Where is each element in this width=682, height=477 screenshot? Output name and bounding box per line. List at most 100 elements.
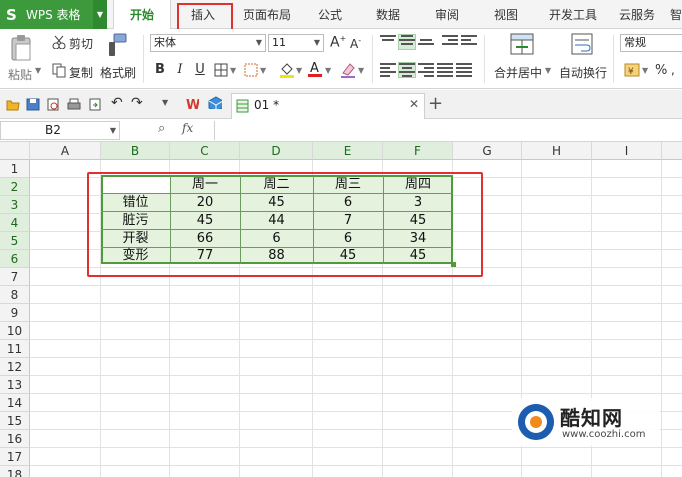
- redo-icon[interactable]: ↷: [131, 95, 143, 111]
- comma-style-icon[interactable]: ,: [671, 63, 675, 77]
- chevron-down-icon[interactable]: ▼: [325, 66, 331, 75]
- row-header[interactable]: 15: [0, 412, 30, 430]
- paste-label[interactable]: 粘贴: [8, 66, 32, 83]
- align-middle-icon[interactable]: [398, 34, 416, 50]
- fill-color-icon[interactable]: [279, 61, 295, 79]
- column-header-j[interactable]: [662, 142, 682, 160]
- app-menu-button[interactable]: S WPS 表格 ▼: [0, 0, 107, 29]
- decrease-indent-icon[interactable]: [442, 35, 458, 49]
- cloud-cube-icon[interactable]: [208, 96, 222, 109]
- open-folder-icon[interactable]: [6, 98, 20, 111]
- percent-button[interactable]: %: [655, 63, 667, 78]
- copy-button[interactable]: 复制: [69, 64, 93, 81]
- clear-format-icon[interactable]: [340, 61, 356, 79]
- row-header[interactable]: 14: [0, 394, 30, 412]
- formula-input[interactable]: [214, 121, 682, 140]
- name-box[interactable]: B2 ▼: [0, 121, 120, 140]
- row-header[interactable]: 16: [0, 430, 30, 448]
- select-all-corner[interactable]: [0, 142, 30, 160]
- column-header-i[interactable]: I: [592, 142, 662, 160]
- wrap-text-icon[interactable]: [571, 33, 593, 55]
- chevron-down-icon[interactable]: ▼: [35, 66, 41, 75]
- align-center-icon[interactable]: [398, 62, 416, 78]
- chevron-down-icon[interactable]: ▼: [545, 66, 551, 75]
- wrap-text-button[interactable]: 自动换行: [559, 64, 607, 81]
- column-header-f[interactable]: F: [383, 142, 453, 160]
- column-header-e[interactable]: E: [313, 142, 383, 160]
- chevron-down-icon[interactable]: ▼: [230, 66, 236, 75]
- document-tab[interactable]: 01 * ✕: [231, 93, 425, 119]
- align-bottom-icon[interactable]: [418, 35, 434, 49]
- row-header[interactable]: 13: [0, 376, 30, 394]
- row-header[interactable]: 6: [0, 250, 30, 268]
- italic-button[interactable]: I: [172, 61, 188, 79]
- row-header[interactable]: 4: [0, 214, 30, 232]
- align-left-icon[interactable]: [380, 63, 396, 77]
- tab-cloud-service[interactable]: 云服务: [612, 0, 662, 29]
- column-header-g[interactable]: G: [453, 142, 522, 160]
- chevron-down-icon[interactable]: ▼: [358, 66, 364, 75]
- undo-icon[interactable]: ↶: [111, 95, 123, 111]
- bold-button[interactable]: B: [152, 61, 168, 79]
- align-top-icon[interactable]: [380, 35, 396, 49]
- close-icon[interactable]: ✕: [409, 97, 419, 111]
- row-header[interactable]: 5: [0, 232, 30, 250]
- column-header-d[interactable]: D: [240, 142, 313, 160]
- chevron-down-icon[interactable]: ▼: [260, 66, 266, 75]
- chevron-down-icon[interactable]: ▼: [296, 66, 302, 75]
- wps-writer-icon[interactable]: W: [185, 97, 199, 110]
- font-color-icon[interactable]: A: [307, 60, 323, 79]
- borders-icon[interactable]: [214, 63, 228, 77]
- row-header[interactable]: 17: [0, 448, 30, 466]
- zoom-search-icon[interactable]: ⌕: [158, 121, 165, 136]
- column-header-h[interactable]: H: [522, 142, 592, 160]
- paste-icon[interactable]: [10, 34, 34, 62]
- print-icon[interactable]: [67, 98, 81, 111]
- row-header[interactable]: 18: [0, 466, 30, 477]
- tab-home[interactable]: 开始: [113, 0, 171, 30]
- tab-page-layout[interactable]: 页面布局: [236, 0, 298, 29]
- increase-font-icon[interactable]: A+: [330, 34, 346, 51]
- row-header[interactable]: 2: [0, 178, 30, 196]
- export-icon[interactable]: [88, 98, 102, 111]
- row-header[interactable]: 9: [0, 304, 30, 322]
- row-header[interactable]: 3: [0, 196, 30, 214]
- tab-developer[interactable]: 开发工具: [543, 0, 603, 29]
- row-header[interactable]: 12: [0, 358, 30, 376]
- tab-overflow[interactable]: 智: [670, 0, 682, 29]
- format-painter-icon[interactable]: [106, 33, 128, 57]
- increase-indent-icon[interactable]: [461, 35, 477, 49]
- merge-center-icon[interactable]: [510, 33, 534, 55]
- format-painter-button[interactable]: 格式刷: [100, 64, 136, 81]
- tab-view[interactable]: 视图: [486, 0, 526, 29]
- row-header[interactable]: 7: [0, 268, 30, 286]
- fx-icon[interactable]: fx: [182, 121, 193, 135]
- tab-formulas[interactable]: 公式: [310, 0, 350, 29]
- row-header[interactable]: 11: [0, 340, 30, 358]
- row-header[interactable]: 1: [0, 160, 30, 178]
- tab-review[interactable]: 审阅: [427, 0, 467, 29]
- tab-data[interactable]: 数据: [368, 0, 408, 29]
- distributed-align-icon[interactable]: [456, 63, 472, 77]
- save-icon[interactable]: [26, 98, 40, 111]
- row-header[interactable]: 10: [0, 322, 30, 340]
- customize-toolbar-icon[interactable]: ▼: [162, 98, 168, 107]
- print-preview-icon[interactable]: [46, 98, 60, 111]
- font-name-select[interactable]: 宋体 ▼: [150, 34, 266, 52]
- column-header-b[interactable]: B: [101, 142, 170, 160]
- align-right-icon[interactable]: [418, 63, 434, 77]
- column-header-c[interactable]: C: [170, 142, 240, 160]
- row-header[interactable]: 8: [0, 286, 30, 304]
- decrease-font-icon[interactable]: A-: [350, 36, 361, 51]
- cell-style-icon[interactable]: [244, 63, 258, 77]
- cut-button[interactable]: 剪切: [69, 35, 93, 52]
- underline-button[interactable]: U: [192, 61, 208, 79]
- column-header-a[interactable]: A: [30, 142, 101, 160]
- chevron-down-icon[interactable]: ▼: [642, 66, 648, 75]
- font-size-select[interactable]: 11 ▼: [268, 34, 324, 52]
- justify-icon[interactable]: [437, 63, 453, 77]
- new-tab-icon[interactable]: +: [428, 93, 443, 114]
- number-format-select[interactable]: 常规: [620, 34, 682, 52]
- merge-center-button[interactable]: 合并居中: [494, 64, 542, 81]
- currency-format-icon[interactable]: ¥: [624, 62, 642, 78]
